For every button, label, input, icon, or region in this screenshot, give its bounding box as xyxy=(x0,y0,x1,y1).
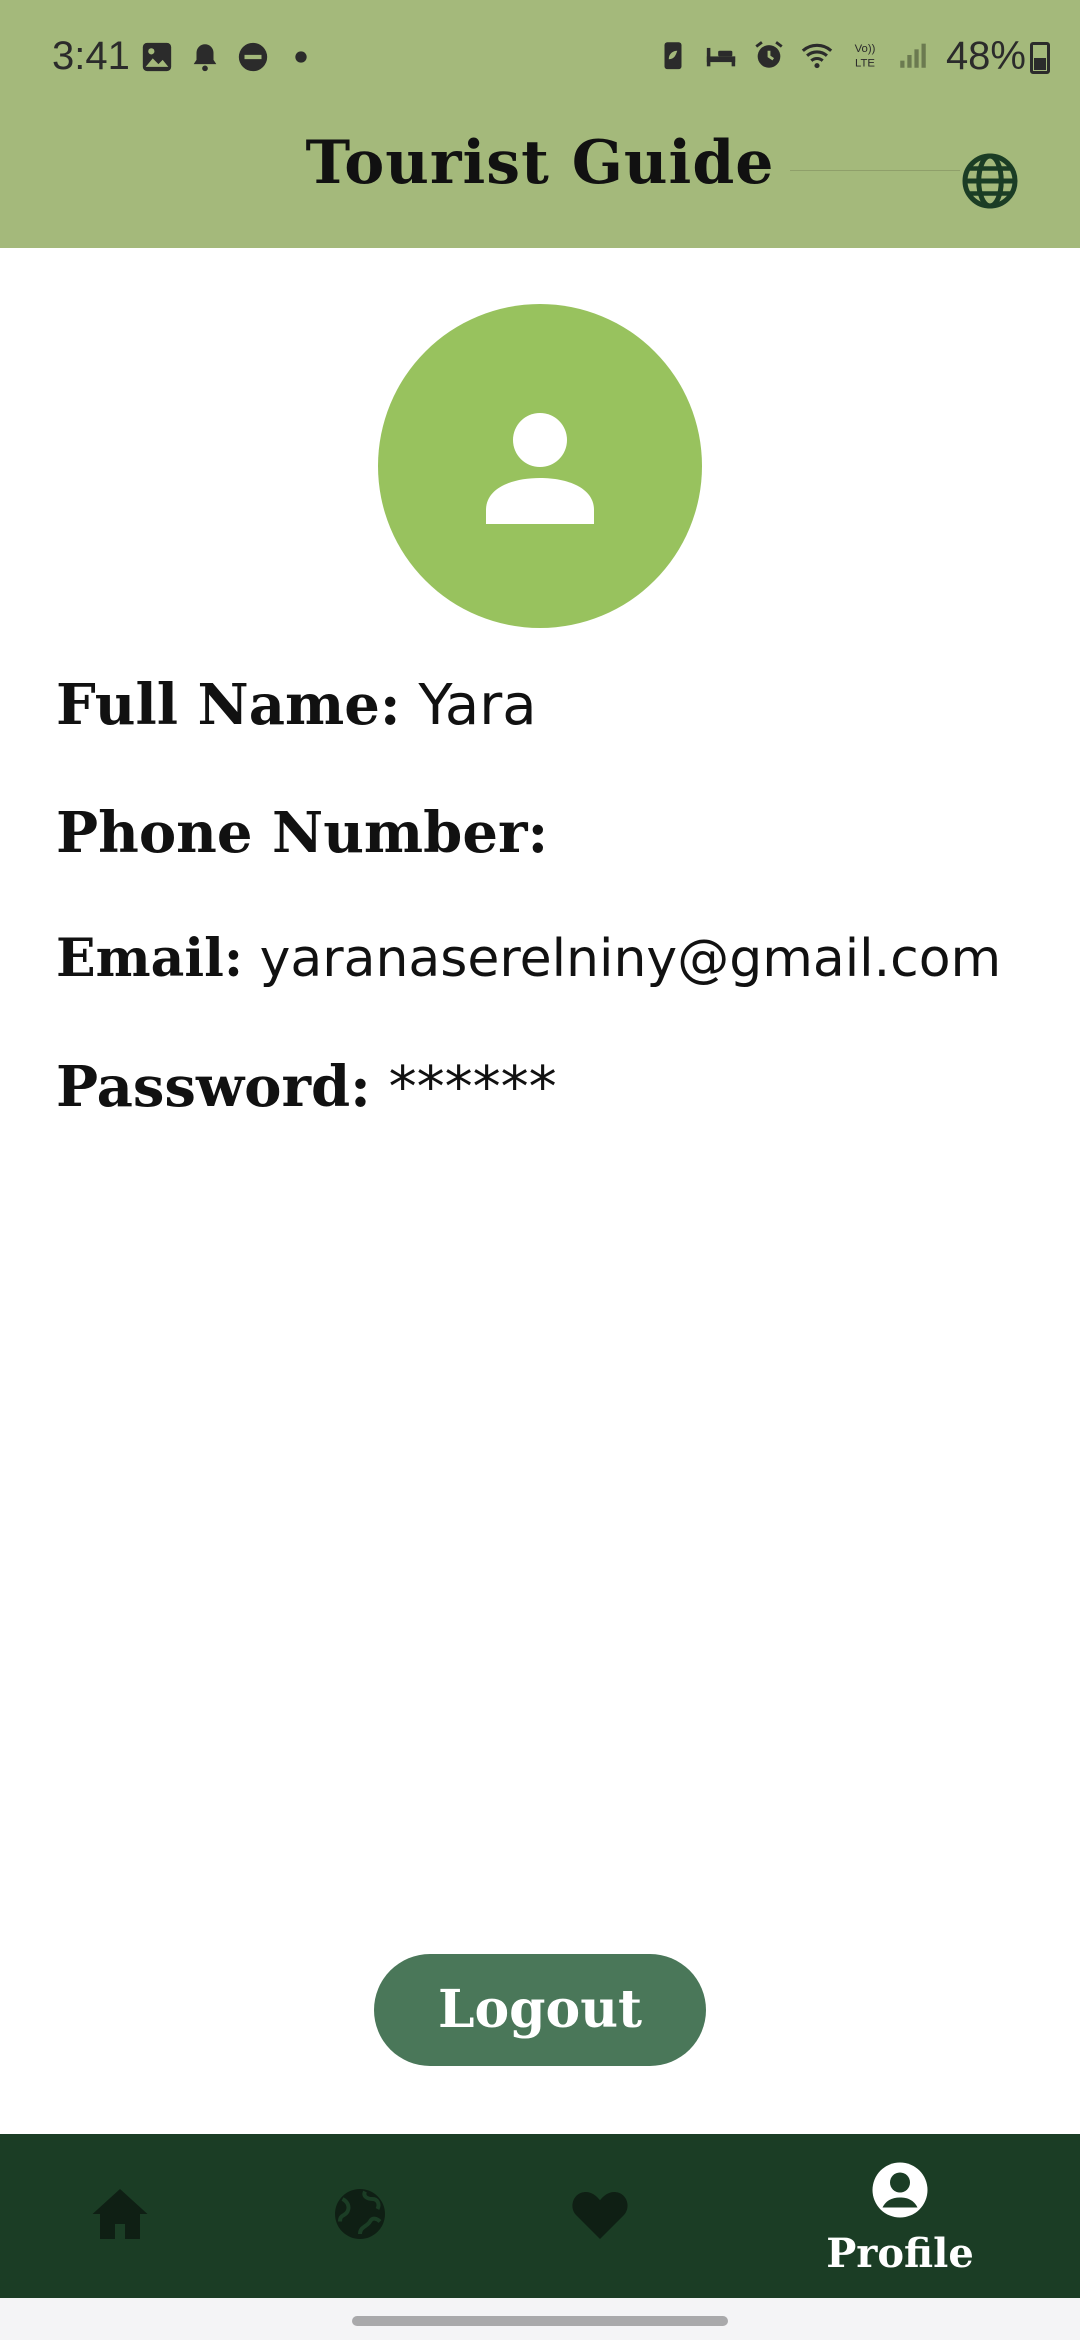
signal-icon xyxy=(900,43,926,68)
heart-icon xyxy=(572,2191,628,2239)
battery-percent: 48% xyxy=(945,34,1026,78)
language-globe-icon[interactable] xyxy=(960,151,1020,211)
nav-home[interactable] xyxy=(0,2134,240,2298)
phone-label: Phone Number: xyxy=(56,800,549,866)
battery-saver-icon xyxy=(664,42,682,70)
nav-profile-label: Profile xyxy=(826,2230,974,2277)
divider xyxy=(790,170,960,171)
nav-profile[interactable]: Profile xyxy=(780,2134,1020,2298)
header-area: 3:41 Vo)) LTE 48% Tourist Guide xyxy=(0,0,1080,248)
email-row: Email: yaranaserelniny@gmail.com xyxy=(56,928,1001,989)
logout-button[interactable]: Logout xyxy=(374,1954,706,2066)
email-label: Email: xyxy=(56,928,244,989)
wifi-icon xyxy=(801,43,833,69)
do-not-disturb-icon xyxy=(238,42,268,72)
bed-icon xyxy=(706,47,736,67)
bottom-nav: Profile xyxy=(0,2134,1080,2298)
password-row: Password: ****** xyxy=(56,1054,557,1120)
avatar xyxy=(378,304,702,628)
password-label: Password: xyxy=(56,1054,371,1120)
password-value: ****** xyxy=(388,1055,557,1120)
svg-text:Vo)): Vo)) xyxy=(855,43,876,55)
email-value: yaranaserelniny@gmail.com xyxy=(259,929,1002,989)
gallery-icon xyxy=(142,42,172,72)
person-icon xyxy=(486,413,594,524)
volte-icon: Vo)) LTE xyxy=(855,43,876,69)
full-name-label: Full Name: xyxy=(56,672,401,738)
alarm-icon xyxy=(755,41,783,68)
full-name-value: Yara xyxy=(418,673,537,738)
app-bar: Tourist Guide xyxy=(0,118,1080,248)
full-name-row: Full Name: Yara xyxy=(56,672,537,738)
app-title: Tourist Guide xyxy=(305,128,775,198)
globe-icon xyxy=(335,2189,385,2239)
system-navigation-bar xyxy=(0,2298,1080,2340)
profile-icon xyxy=(872,2162,928,2218)
status-left-icons xyxy=(140,40,318,74)
nav-favorites[interactable] xyxy=(480,2134,720,2298)
dot-icon xyxy=(295,51,307,63)
battery-icon xyxy=(1030,42,1050,74)
status-bar: 3:41 Vo)) LTE 48% xyxy=(0,0,1080,118)
svg-text:LTE: LTE xyxy=(855,57,875,69)
nav-explore[interactable] xyxy=(240,2134,480,2298)
home-indicator[interactable] xyxy=(352,2316,728,2326)
phone-row: Phone Number: xyxy=(56,800,548,866)
status-right-icons: Vo)) LTE xyxy=(656,38,930,72)
bell-icon xyxy=(193,44,217,72)
home-icon xyxy=(92,2189,148,2239)
status-time: 3:41 xyxy=(52,34,130,78)
